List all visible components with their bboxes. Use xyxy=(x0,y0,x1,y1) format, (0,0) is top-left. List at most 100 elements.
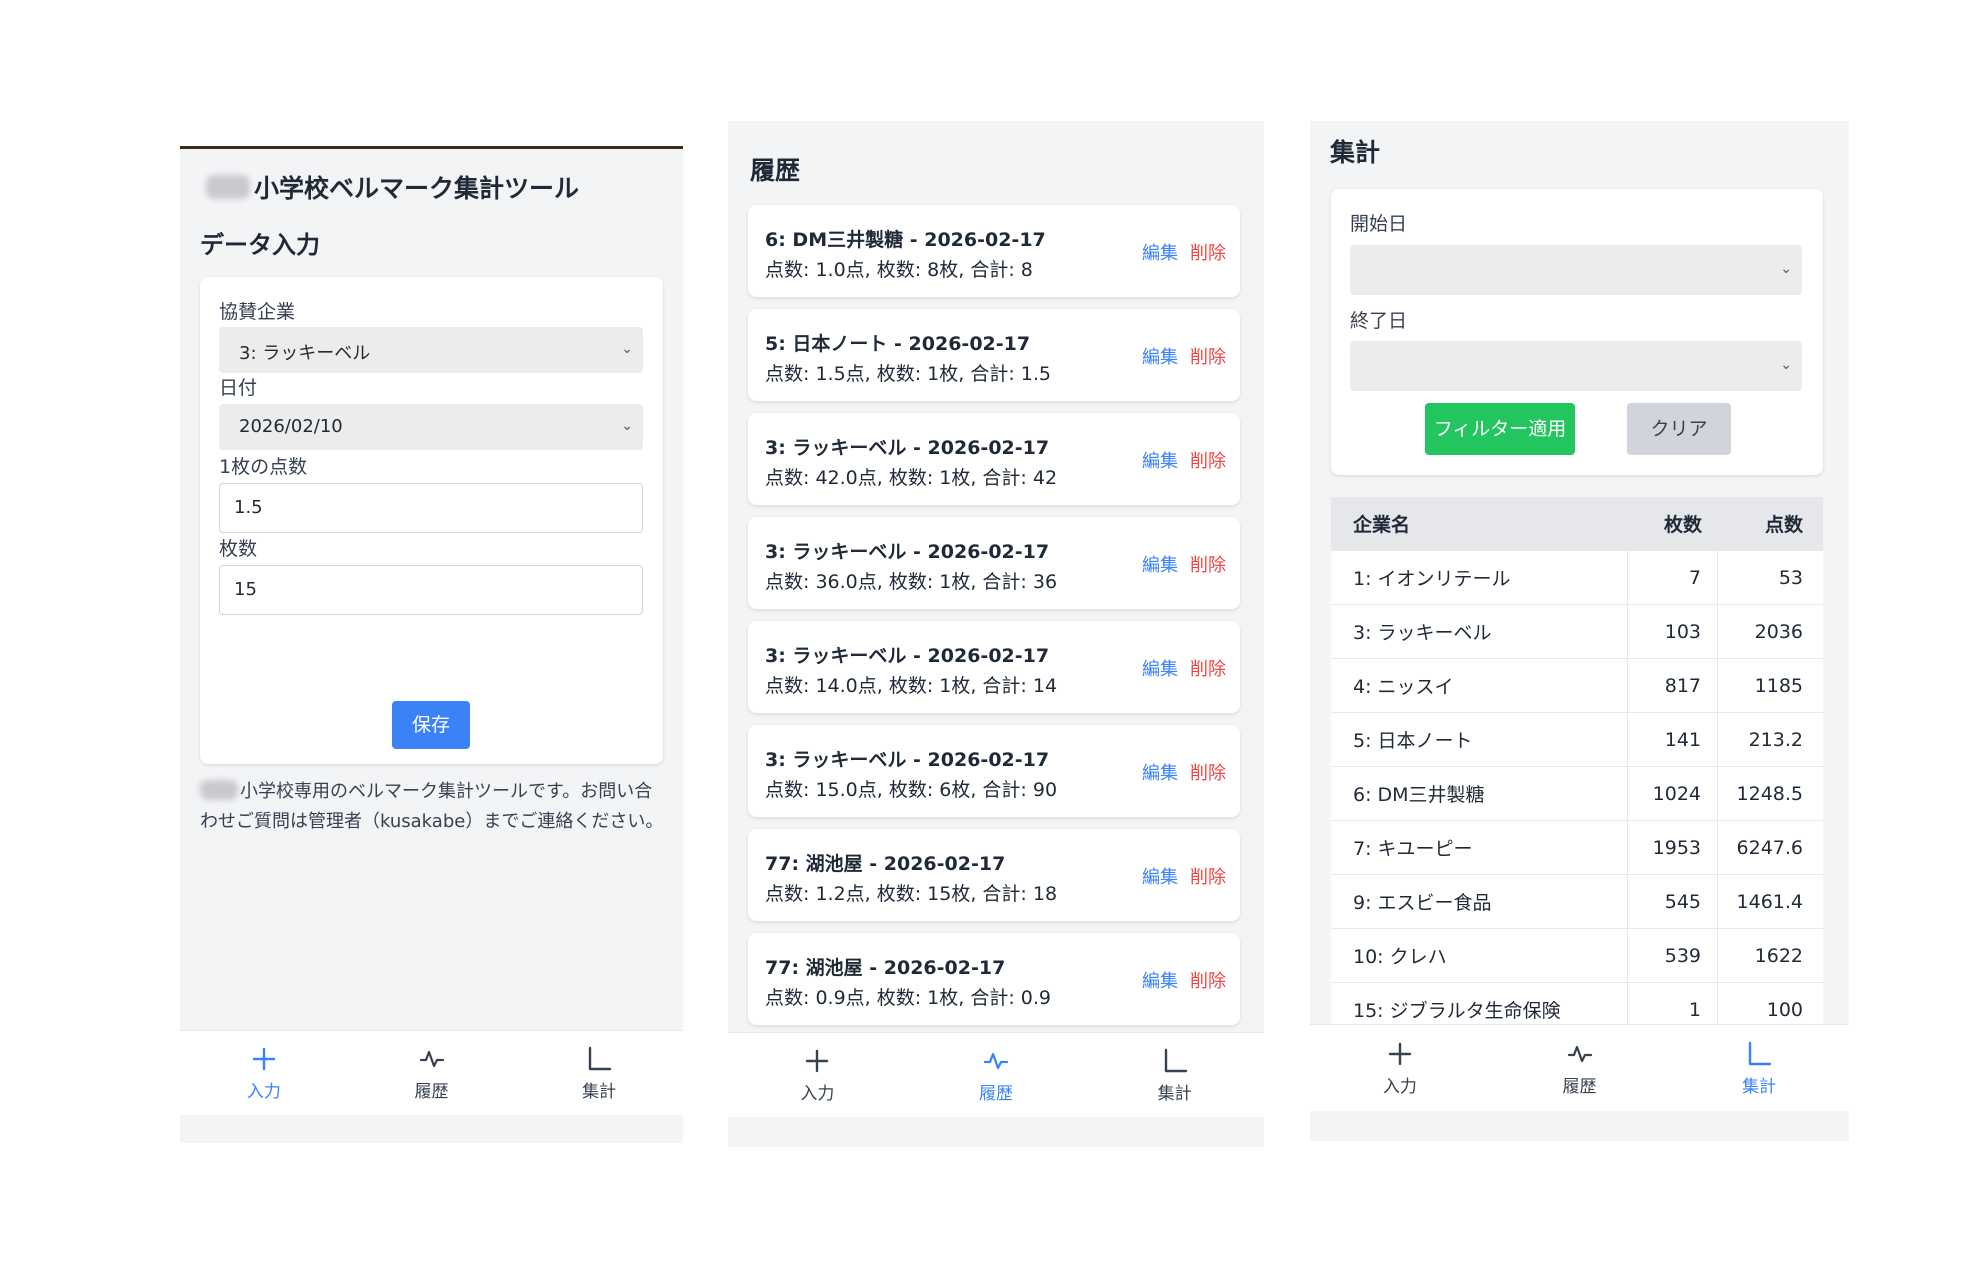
table-row: 1: イオンリテール 7 53 xyxy=(1331,551,1823,605)
company-cell: 9: エスビー食品 xyxy=(1331,875,1628,928)
tab-input[interactable]: 入力 xyxy=(728,1033,907,1117)
table-row: 4: ニッスイ 817 1185 xyxy=(1331,659,1823,713)
chevron-down-icon: ⌄ xyxy=(1780,261,1792,277)
history-item-detail: 点数: 14.0点, 枚数: 1枚, 合計: 14 xyxy=(765,675,1058,697)
history-item: 77: 湖池屋 - 2026-02-17 点数: 0.9点, 枚数: 1枚, 合… xyxy=(748,933,1240,1025)
tab-summary[interactable]: 集計 xyxy=(1669,1025,1849,1111)
company-select-value: 3: ラッキーベル xyxy=(239,343,371,364)
history-item-title: 3: ラッキーベル - 2026-02-17 xyxy=(765,645,1050,667)
points-cell: 100 xyxy=(1766,998,1803,1021)
points-cell: 2036 xyxy=(1754,620,1803,643)
count-cell: 539 xyxy=(1628,929,1718,982)
history-item-detail: 点数: 1.5点, 枚数: 1枚, 合計: 1.5 xyxy=(765,363,1052,385)
count-cell: 817 xyxy=(1628,659,1718,712)
apply-filter-button[interactable]: フィルター適用 xyxy=(1425,403,1575,455)
column-header-company: 企業名 xyxy=(1353,514,1411,536)
summary-content: 集計 開始日 ⌄ 終了日 ⌄ フィルター適用 クリア 企業名 枚数 点数 1: … xyxy=(1310,121,1849,1025)
edit-button[interactable]: 編集 xyxy=(1142,759,1178,785)
summary-screen: 集計 開始日 ⌄ 終了日 ⌄ フィルター適用 クリア 企業名 枚数 点数 1: … xyxy=(1310,121,1849,1141)
count-cell: 141 xyxy=(1628,713,1718,766)
plus-icon xyxy=(806,1049,829,1072)
company-cell: 5: 日本ノート xyxy=(1331,713,1628,766)
points-cell: 1461.4 xyxy=(1736,890,1803,913)
tab-summary[interactable]: 集計 xyxy=(1085,1033,1264,1117)
tab-summary-label: 集計 xyxy=(1742,1076,1777,1097)
edit-button[interactable]: 編集 xyxy=(1142,343,1178,369)
table-row: 6: DM三井製糖 1024 1248.5 xyxy=(1331,767,1823,821)
chart-icon xyxy=(588,1046,612,1070)
points-input[interactable]: 1.5 xyxy=(219,483,643,533)
redacted-school-name xyxy=(200,780,238,800)
history-item-detail: 点数: 42.0点, 枚数: 1枚, 合計: 42 xyxy=(765,467,1058,489)
date-label: 日付 xyxy=(219,377,258,399)
count-cell: 1024 xyxy=(1628,767,1718,820)
tab-input[interactable]: 入力 xyxy=(1310,1025,1490,1111)
history-item-detail: 点数: 1.0点, 枚数: 8枚, 合計: 8 xyxy=(765,259,1033,281)
history-item-title: 3: ラッキーベル - 2026-02-17 xyxy=(765,437,1050,459)
tab-input-label: 入力 xyxy=(246,1081,281,1102)
delete-button[interactable]: 削除 xyxy=(1190,551,1226,577)
edit-button[interactable]: 編集 xyxy=(1142,551,1178,577)
tab-input-label: 入力 xyxy=(1382,1076,1417,1097)
delete-button[interactable]: 削除 xyxy=(1190,239,1226,265)
clear-filter-button[interactable]: クリア xyxy=(1627,403,1731,455)
edit-button[interactable]: 編集 xyxy=(1142,239,1178,265)
save-button[interactable]: 保存 xyxy=(392,701,470,749)
table-row: 3: ラッキーベル 103 2036 xyxy=(1331,605,1823,659)
points-cell: 1248.5 xyxy=(1736,782,1803,805)
count-cell: 7 xyxy=(1628,551,1718,604)
date-select-value: 2026/02/10 xyxy=(239,416,343,437)
history-item-detail: 点数: 1.2点, 枚数: 15枚, 合計: 18 xyxy=(765,883,1058,905)
count-input[interactable]: 15 xyxy=(219,565,643,615)
points-cell: 213.2 xyxy=(1748,728,1803,751)
table-row: 5: 日本ノート 141 213.2 xyxy=(1331,713,1823,767)
entry-form: 協賛企業 3: ラッキーベル ⌄ 日付 2026/02/10 ⌄ 1枚の点数 1… xyxy=(200,277,663,764)
points-cell: 1622 xyxy=(1754,944,1803,967)
summary-title: 集計 xyxy=(1330,138,1381,167)
edit-button[interactable]: 編集 xyxy=(1142,863,1178,889)
tab-history-label: 履歴 xyxy=(979,1083,1013,1104)
history-item: 3: ラッキーベル - 2026-02-17 点数: 15.0点, 枚数: 6枚… xyxy=(748,725,1240,817)
history-item-title: 77: 湖池屋 - 2026-02-17 xyxy=(765,853,1006,875)
tab-summary[interactable]: 集計 xyxy=(515,1031,683,1115)
count-cell: 103 xyxy=(1628,605,1718,658)
company-cell: 4: ニッスイ xyxy=(1331,659,1628,712)
count-cell: 1953 xyxy=(1628,821,1718,874)
delete-button[interactable]: 削除 xyxy=(1190,759,1226,785)
company-select[interactable]: 3: ラッキーベル ⌄ xyxy=(219,327,643,373)
start-date-select[interactable]: ⌄ xyxy=(1350,245,1802,295)
tab-input[interactable]: 入力 xyxy=(180,1031,348,1115)
bottom-tab-bar: 入力 履歴 集計 xyxy=(1310,1024,1849,1111)
tab-history[interactable]: 履歴 xyxy=(907,1033,1086,1117)
tab-input-label: 入力 xyxy=(800,1083,835,1104)
tab-history[interactable]: 履歴 xyxy=(1490,1025,1670,1111)
app-title: 小学校ベルマーク集計ツール xyxy=(206,169,579,205)
info-note-text: 小学校専用のベルマーク集計ツールです。お問い合わせご質問は管理者（kusakab… xyxy=(200,781,664,832)
delete-button[interactable]: 削除 xyxy=(1190,863,1226,889)
edit-button[interactable]: 編集 xyxy=(1142,447,1178,473)
date-select[interactable]: 2026/02/10 ⌄ xyxy=(219,404,643,450)
history-item-title: 6: DM三井製糖 - 2026-02-17 xyxy=(765,229,1046,251)
history-content: 履歴 6: DM三井製糖 - 2026-02-17 点数: 1.0点, 枚数: … xyxy=(728,121,1264,1033)
delete-button[interactable]: 削除 xyxy=(1190,967,1226,993)
history-item: 3: ラッキーベル - 2026-02-17 点数: 14.0点, 枚数: 1枚… xyxy=(748,621,1240,713)
history-item: 77: 湖池屋 - 2026-02-17 点数: 1.2点, 枚数: 15枚, … xyxy=(748,829,1240,921)
end-date-select[interactable]: ⌄ xyxy=(1350,341,1802,391)
history-item-title: 77: 湖池屋 - 2026-02-17 xyxy=(765,957,1006,979)
bottom-tab-bar: 入力 履歴 集計 xyxy=(180,1030,683,1115)
delete-button[interactable]: 削除 xyxy=(1190,343,1226,369)
edit-button[interactable]: 編集 xyxy=(1142,967,1178,993)
plus-icon xyxy=(1388,1042,1412,1065)
history-item-title: 3: ラッキーベル - 2026-02-17 xyxy=(765,541,1050,563)
delete-button[interactable]: 削除 xyxy=(1190,655,1226,681)
edit-button[interactable]: 編集 xyxy=(1142,655,1178,681)
tab-history[interactable]: 履歴 xyxy=(348,1031,516,1115)
history-item-title: 3: ラッキーベル - 2026-02-17 xyxy=(765,749,1050,771)
delete-button[interactable]: 削除 xyxy=(1190,447,1226,473)
points-cell: 6247.6 xyxy=(1736,836,1803,859)
company-label: 協賛企業 xyxy=(219,301,296,323)
end-date-label: 終了日 xyxy=(1350,310,1408,332)
company-cell: 6: DM三井製糖 xyxy=(1331,767,1628,820)
chevron-down-icon: ⌄ xyxy=(621,341,633,357)
company-cell: 1: イオンリテール xyxy=(1331,551,1628,604)
